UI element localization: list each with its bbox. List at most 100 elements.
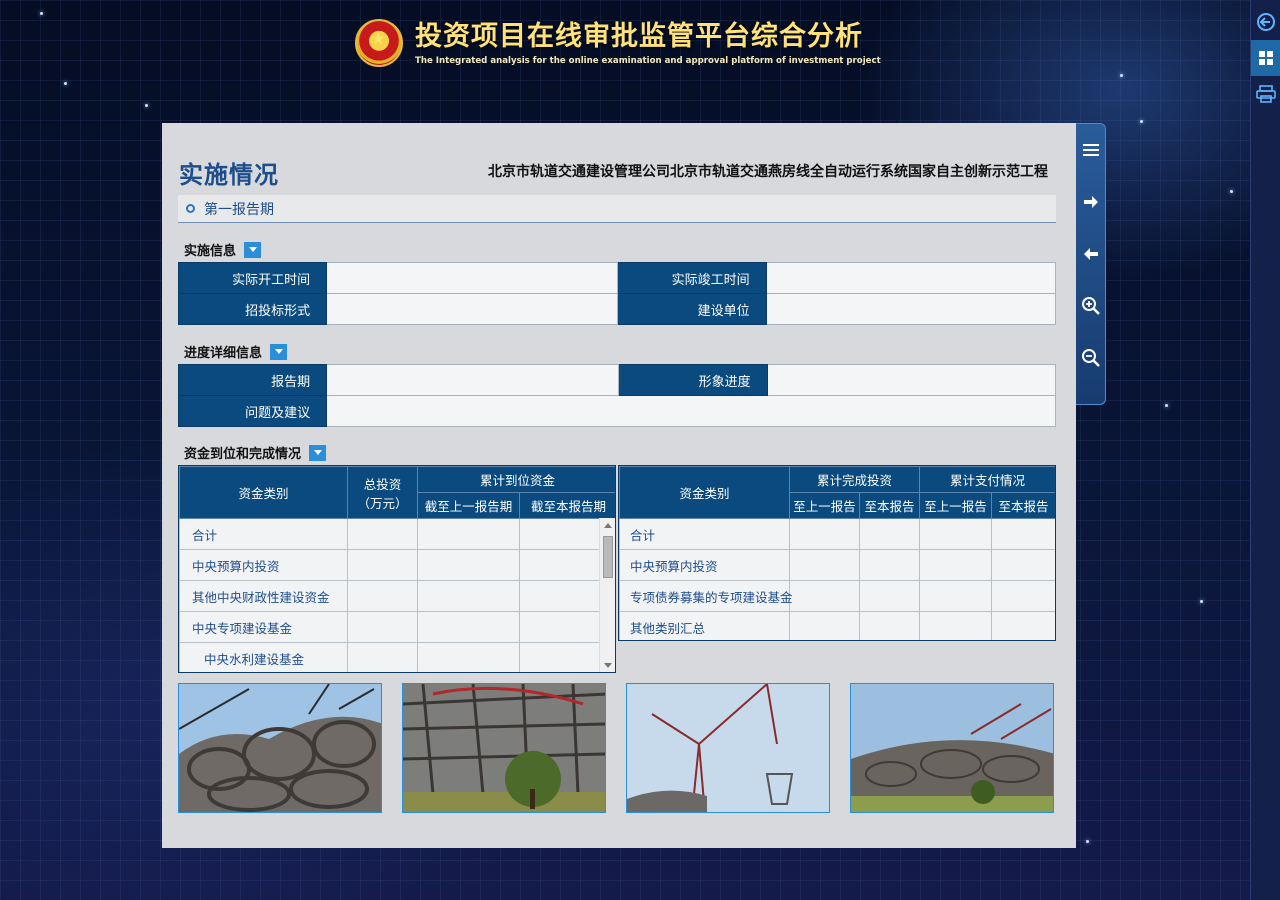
report-period-label: 报告期 — [177, 364, 328, 396]
tab-label: 第一报告期 — [204, 201, 274, 218]
back-circle-icon — [1257, 13, 1275, 31]
collapse-toggle-icon[interactable] — [244, 241, 262, 258]
issues-value — [326, 395, 1056, 427]
table-row: 合计 — [619, 518, 1055, 550]
main-panel: 实施情况 北京市轨道交通建设管理公司北京市轨道交通燕房线全自动运行系统国家自主创… — [162, 123, 1076, 848]
star — [1086, 840, 1089, 843]
prev-button[interactable] — [1076, 228, 1106, 280]
section-title: 实施情况 — [179, 160, 279, 189]
col-prev-report: 至上一报告 — [919, 492, 993, 519]
row-name: 合计 — [619, 518, 790, 550]
tab-report-period[interactable]: 第一报告期 — [178, 195, 1056, 223]
row-name: 中央专项建设基金 — [179, 611, 348, 643]
collapse-toggle-icon[interactable] — [270, 343, 288, 360]
table-row: 中央水利建设基金 — [179, 642, 615, 672]
zoom-out-button[interactable] — [1076, 332, 1106, 384]
construction-unit-value — [765, 293, 1057, 325]
star — [1230, 190, 1233, 193]
construction-photo-4[interactable] — [850, 683, 1054, 813]
star — [145, 104, 148, 107]
image-progress-value — [766, 364, 1057, 396]
construction-photo-2[interactable] — [402, 683, 606, 813]
row-name: 中央预算内投资 — [619, 549, 790, 581]
col-category: 资金类别 — [179, 466, 348, 519]
construction-photo-image — [851, 684, 1053, 812]
scroll-down-icon[interactable] — [604, 663, 612, 668]
construction-photo-3[interactable] — [626, 683, 830, 813]
col-group-paid: 累计支付情况 — [919, 466, 1055, 493]
funds-header: 资金到位和完成情况 — [184, 443, 327, 462]
col-total-label: 总投资 — [363, 476, 402, 492]
implementation-title: 实施信息 — [184, 244, 237, 259]
row-name: 中央水利建设基金 — [179, 642, 348, 672]
bidding-form-value — [326, 293, 619, 325]
progress-table: 报告期 形象进度 问题及建议 — [177, 364, 1057, 427]
scroll-up-icon[interactable] — [604, 523, 612, 528]
zoom-in-icon — [1082, 297, 1100, 315]
bidding-form-label: 招投标形式 — [177, 293, 328, 325]
collapse-toggle-icon[interactable] — [309, 444, 327, 461]
table-row: 中央预算内投资 — [619, 549, 1055, 581]
construction-photo-1[interactable] — [178, 683, 382, 813]
col-total: 总投资 （万元） — [347, 466, 418, 519]
col-curr-period: 截至本报告期 — [518, 492, 615, 519]
app-title: 投资项目在线审批监管平台综合分析 — [415, 21, 863, 52]
funds-completion-table: 资金类别 累计完成投资 累计支付情况 至上一报告 至本报告 至上一报告 至本报告… — [618, 465, 1056, 641]
zoom-in-button[interactable] — [1076, 280, 1106, 332]
table-row: 问题及建议 — [177, 395, 1056, 427]
col-prev-period: 截至上一报告期 — [417, 492, 520, 519]
table-row: 其他类别汇总 — [619, 611, 1055, 640]
actual-start-label: 实际开工时间 — [177, 262, 328, 294]
table-row: 实际开工时间 实际竣工时间 — [177, 262, 1057, 294]
app-header: 投资项目在线审批监管平台综合分析 The Integrated analysis… — [355, 15, 881, 71]
panel-header: 实施情况 北京市轨道交通建设管理公司北京市轨道交通燕房线全自动运行系统国家自主创… — [179, 151, 1055, 191]
table-row: 合计 — [179, 518, 615, 550]
implementation-header: 实施信息 — [184, 240, 262, 259]
star — [1165, 404, 1168, 407]
report-period-value — [326, 364, 620, 396]
star — [1140, 120, 1143, 123]
right-sidebar — [1250, 0, 1280, 900]
actual-finish-label: 实际竣工时间 — [617, 262, 767, 294]
col-curr-report: 至本报告 — [991, 492, 1055, 519]
next-button[interactable] — [1076, 176, 1106, 228]
table-row: 报告期 形象进度 — [177, 364, 1057, 396]
project-name: 北京市轨道交通建设管理公司北京市轨道交通燕房线全自动运行系统国家自主创新示范工程 — [488, 164, 1048, 180]
col-category: 资金类别 — [619, 466, 790, 519]
table-row: 其他中央财政性建设资金 — [179, 580, 615, 612]
table-scrollbar[interactable] — [599, 518, 615, 672]
construction-photo-image — [179, 684, 381, 812]
issues-label: 问题及建议 — [177, 395, 328, 427]
arrow-right-icon — [1084, 196, 1098, 208]
table-row: 中央专项建设基金 — [179, 611, 615, 643]
table-row: 中央预算内投资 — [179, 549, 615, 581]
back-button[interactable] — [1251, 4, 1280, 40]
app-subtitle: The Integrated analysis for the online e… — [415, 56, 881, 66]
circle-bullet-icon — [186, 204, 195, 213]
funds-arrival-table: 资金类别 总投资 （万元） 累计到位资金 截至上一报告期 截至本报告期 合计 中… — [178, 465, 616, 673]
col-prev-report: 至上一报告 — [789, 492, 860, 519]
construction-photo-image — [403, 684, 605, 812]
zoom-out-icon — [1082, 349, 1100, 367]
progress-title: 进度详细信息 — [184, 346, 263, 361]
implementation-table: 实际开工时间 实际竣工时间 招投标形式 建设单位 — [177, 262, 1057, 325]
menu-button[interactable] — [1076, 124, 1106, 176]
scroll-thumb[interactable] — [603, 536, 613, 578]
col-group-arrival: 累计到位资金 — [416, 466, 615, 493]
national-emblem-icon — [355, 19, 403, 67]
row-name: 专项债券募集的专项建设基金 — [619, 580, 793, 612]
print-icon — [1256, 85, 1276, 103]
star — [1200, 600, 1203, 603]
grid-view-button[interactable] — [1251, 40, 1280, 76]
progress-header: 进度详细信息 — [184, 342, 288, 361]
image-progress-label: 形象进度 — [618, 364, 768, 396]
row-name: 中央预算内投资 — [179, 549, 348, 581]
col-total-unit: （万元） — [357, 495, 408, 511]
construction-unit-label: 建设单位 — [617, 293, 767, 325]
col-group-completed: 累计完成投资 — [788, 466, 921, 493]
star — [64, 82, 67, 85]
print-button[interactable] — [1251, 76, 1280, 112]
col-curr-report: 至本报告 — [858, 492, 921, 519]
row-name: 合计 — [179, 518, 348, 550]
grid-icon — [1259, 51, 1273, 65]
